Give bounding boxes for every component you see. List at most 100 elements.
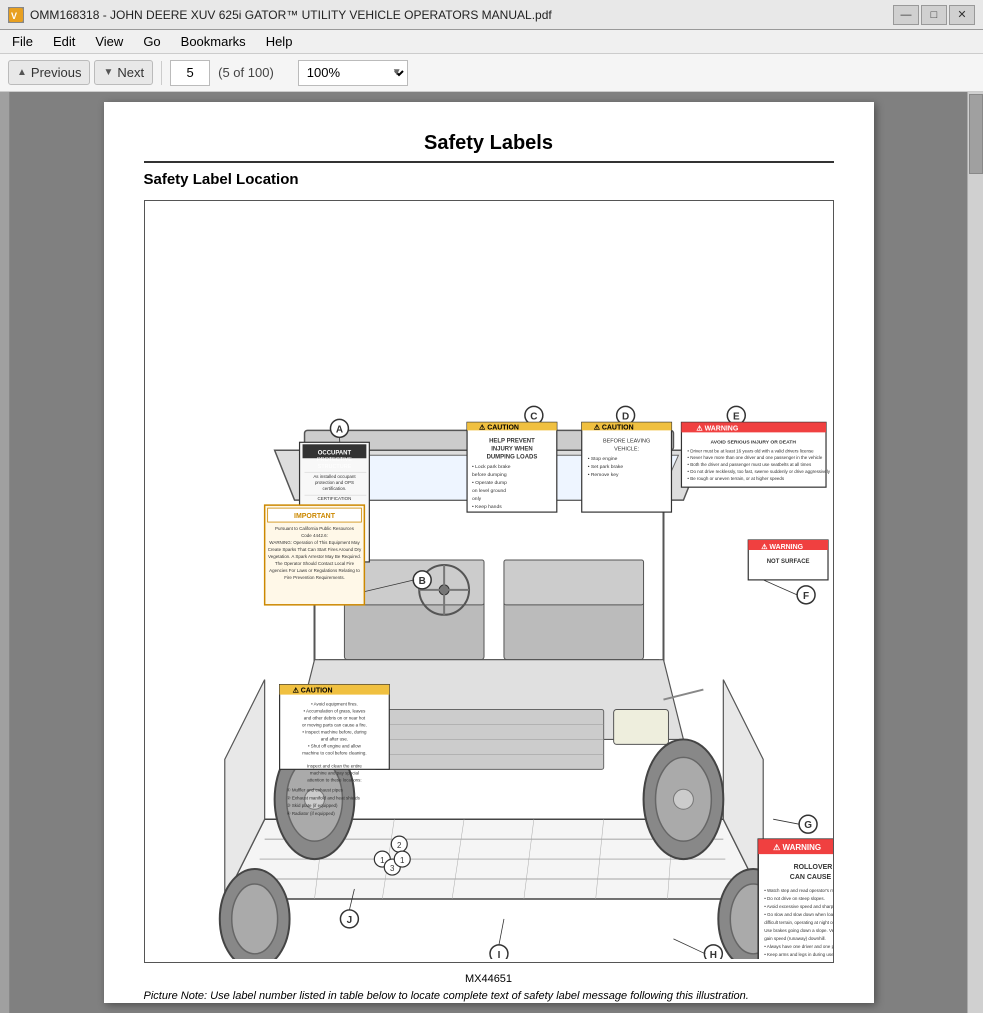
svg-text:• Keep hands: • Keep hands [472,504,502,510]
svg-text:• Keep arms and legs in during: • Keep arms and legs in during use. [764,952,833,957]
svg-text:H: H [709,950,716,959]
svg-text:• Watch step and read operator: • Watch step and read operator's manual … [764,888,833,893]
svg-text:or moving parts can cause a fi: or moving parts can cause a fire. [302,722,367,727]
pdf-area[interactable]: Safety Labels Safety Label Location [10,92,967,1013]
svg-text:machine to cool before cleanin: machine to cool before cleaning. [302,750,366,755]
svg-text:As installed occupant: As installed occupant [313,474,356,479]
vehicle-diagram: A B C D E [145,201,833,959]
svg-text:• Driver must be at least 16 y: • Driver must be at least 16 years old w… [687,448,814,453]
svg-text:• Set park brake: • Set park brake [587,464,623,470]
menu-go[interactable]: Go [135,32,168,51]
menu-edit[interactable]: Edit [45,32,83,51]
svg-text:WARNING: Operation of This Equ: WARNING: Operation of This Equipment May [269,540,360,545]
svg-text:• Shut off engine and allow: • Shut off engine and allow [307,743,361,748]
scrollbar-thumb[interactable] [969,94,983,174]
prev-button[interactable]: ▲ Previous [8,60,90,85]
svg-text:• Do not drive recklessly, too: • Do not drive recklessly, too fast, swe… [687,469,830,474]
svg-text:• Avoid equipment fires.: • Avoid equipment fires. [311,702,358,707]
svg-text:PROTECTIVE: PROTECTIVE [316,457,351,463]
svg-text:Create Sparks That Can Start F: Create Sparks That Can Start Fires Aroun… [267,547,361,552]
svg-text:and other debris on or near ho: and other debris on or near hot [303,715,365,720]
window-title: OMM168318 - JOHN DEERE XUV 625i GATOR™ U… [30,8,552,22]
next-label: Next [117,65,144,80]
window-controls: — □ ✕ [893,5,975,25]
svg-text:⚠ CAUTION: ⚠ CAUTION [292,687,332,695]
svg-text:I: I [497,950,500,959]
svg-text:⚠ WARNING: ⚠ WARNING [761,543,803,551]
svg-text:Vegetation. A Spark Arrestor M: Vegetation. A Spark Arrestor May Be Requ… [268,554,361,559]
svg-text:J: J [346,915,352,926]
page-input[interactable] [170,60,210,86]
svg-text:CERTIFICATION: CERTIFICATION [317,496,351,501]
svg-text:• Stop engine: • Stop engine [587,456,617,462]
svg-text:• Lock park brake: • Lock park brake [472,464,511,470]
svg-text:• Be rough or uneven terrain,: • Be rough or uneven terrain, or at high… [687,476,784,481]
svg-text:and after use.: and after use. [320,736,347,741]
svg-text:Use brakes going down a slope.: Use brakes going down a slope. Vehicle c… [764,928,833,933]
svg-text:• Operate dump: • Operate dump [472,480,507,486]
minimize-button[interactable]: — [893,5,919,25]
svg-text:NOT SURFACE: NOT SURFACE [766,559,809,565]
svg-text:gain speed (runaway) downhill.: gain speed (runaway) downhill. [764,936,826,941]
toolbar: ▲ Previous ▼ Next (5 of 100) 100% 50% 75… [0,54,983,92]
svg-text:1: 1 [400,856,405,865]
svg-text:E: E [732,411,739,422]
svg-text:• Avoid excessive speed and sh: • Avoid excessive speed and sharp turns. [764,904,833,909]
svg-text:AVOID SERIOUS INJURY OR DEATH: AVOID SERIOUS INJURY OR DEATH [710,439,796,445]
svg-text:② Exhaust manifold and heat sh: ② Exhaust manifold and heat shields [286,795,360,800]
app-icon: V [8,7,24,23]
svg-text:① Muffler and exhaust pipes: ① Muffler and exhaust pipes [286,787,343,792]
svg-text:DUMPING LOADS: DUMPING LOADS [486,454,537,460]
svg-text:The Operator Should Contact Lo: The Operator Should Contact Local Fire [274,561,354,566]
svg-text:IMPORTANT: IMPORTANT [294,513,336,520]
svg-text:BEFORE LEAVING: BEFORE LEAVING [602,438,649,444]
svg-text:ROLLOVER OR FALLING OFF: ROLLOVER OR FALLING OFF [793,864,832,871]
diagram-container: A B C D E [144,200,834,963]
picture-note: Picture Note: Use label number listed in… [144,989,834,1004]
svg-text:⚠ WARNING: ⚠ WARNING [773,843,821,852]
svg-text:⚠ CAUTION: ⚠ CAUTION [593,423,633,431]
svg-text:machine and pay special: machine and pay special [309,770,358,775]
svg-text:2: 2 [397,841,402,850]
svg-text:• Always have one driver and o: • Always have one driver and one passeng… [764,944,833,949]
svg-text:OCCUPANT: OCCUPANT [317,450,351,456]
svg-text:VEHICLE:: VEHICLE: [614,446,639,452]
menu-file[interactable]: File [4,32,41,51]
pdf-page-title: Safety Labels [144,132,834,163]
svg-text:• Inspect machine before, duri: • Inspect machine before, during [302,729,367,734]
svg-text:1: 1 [380,856,385,865]
svg-text:C: C [530,411,537,422]
svg-text:⚠ CAUTION: ⚠ CAUTION [479,423,519,431]
svg-text:protection and OPS: protection and OPS [314,480,353,485]
menu-help[interactable]: Help [258,32,301,51]
svg-text:on level ground: on level ground [472,488,506,494]
mx-number: MX44651 [144,973,834,985]
page-info: (5 of 100) [218,65,274,80]
menu-view[interactable]: View [87,32,131,51]
svg-text:before dumping: before dumping [472,472,507,478]
next-arrow-icon: ▼ [103,67,113,78]
svg-text:difficult terrain, operating a: difficult terrain, operating at night or… [764,920,833,925]
svg-text:F: F [803,591,809,602]
close-button[interactable]: ✕ [949,5,975,25]
title-bar: V OMM168318 - JOHN DEERE XUV 625i GATOR™… [0,0,983,30]
content-area: Safety Labels Safety Label Location [0,92,983,1013]
svg-text:③ Skid plate (if equipped): ③ Skid plate (if equipped) [286,803,337,808]
next-button[interactable]: ▼ Next [94,60,153,85]
svg-text:only: only [472,496,482,502]
svg-text:• Do not drive on steep slopes: • Do not drive on steep slopes. [764,896,825,901]
pdf-section-subtitle: Safety Label Location [144,171,834,188]
svg-text:• Go slow and slow down when l: • Go slow and slow down when loaded. In [764,912,833,917]
maximize-button[interactable]: □ [921,5,947,25]
toolbar-separator [161,61,162,85]
svg-text:V: V [11,11,17,21]
svg-text:G: G [804,820,812,831]
svg-text:CAN CAUSE INJURY OR DEATH: CAN CAUSE INJURY OR DEATH [789,874,832,881]
menu-bookmarks[interactable]: Bookmarks [173,32,254,51]
prev-label: Previous [31,65,82,80]
menu-bar: File Edit View Go Bookmarks Help [0,30,983,54]
svg-text:Inspect and clean the entire: Inspect and clean the entire [306,763,361,768]
zoom-select[interactable]: 100% 50% 75% 125% 150% 200% [298,60,408,86]
scrollbar[interactable] [967,92,983,1013]
svg-text:D: D [622,411,629,422]
